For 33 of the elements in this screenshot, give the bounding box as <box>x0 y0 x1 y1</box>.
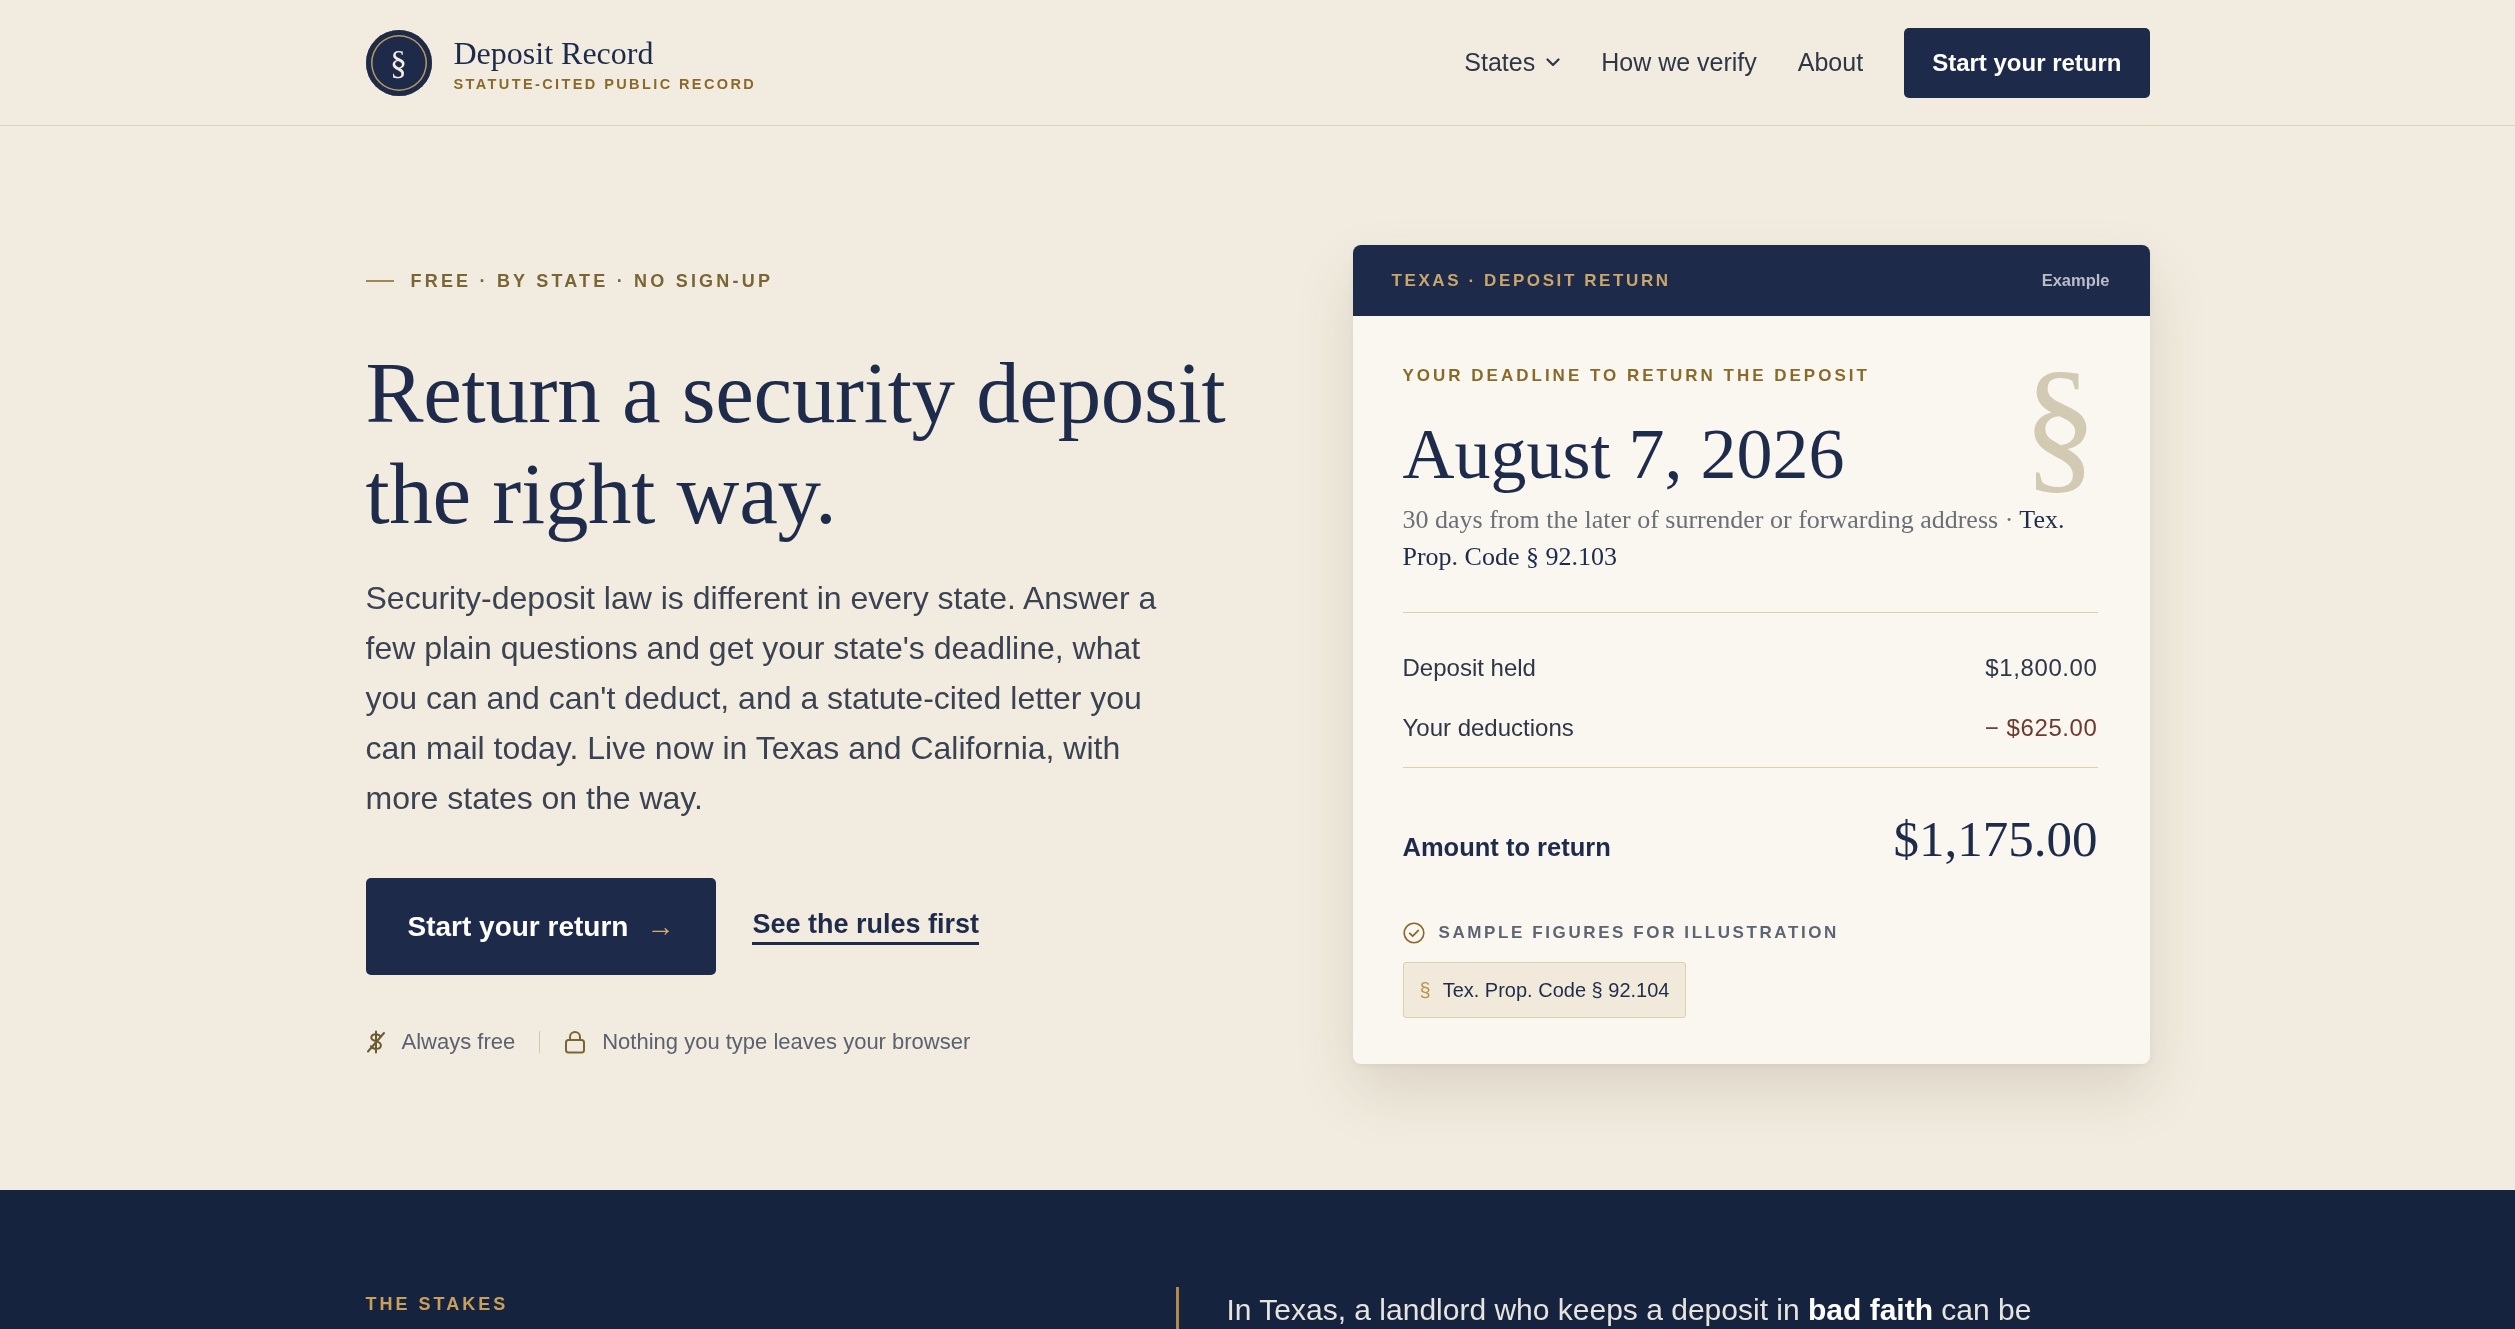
rules-link[interactable]: See the rules first <box>752 908 980 945</box>
assurance-text: Always free <box>401 1029 516 1055</box>
nav-link[interactable]: How we verify <box>1601 48 1757 77</box>
total-label: Amount to return <box>1402 833 1611 862</box>
example-label: Example <box>2041 271 2110 290</box>
sample-note: SAMPLE FIGURES FOR ILLUSTRATION <box>1438 923 1839 943</box>
hero-heading: Return a security deposit the right way. <box>365 343 1227 544</box>
hero-description: Security-deposit law is different in every state. Answer a few plain questions and get your state's deadline, what you can and can't deduct, and a statute-cited letter you can mail today. Live now in Texas and California, with more states on the way. <box>365 579 1158 818</box>
total-amount: $1,175.00 <box>1893 810 2098 869</box>
citation-tag: § Tex. Prop. Code § 92.104 <box>1402 962 1687 1018</box>
site-name: Deposit Record <box>453 34 654 71</box>
stakes-label: THE STAKES <box>365 1293 509 1315</box>
line-label: Your deductions <box>1402 714 1574 742</box>
section-sign-watermark: § <box>2022 356 2098 491</box>
card-title: TEXAS · DEPOSIT RETURN <box>1391 270 1671 291</box>
check-circle-icon <box>1402 922 1425 944</box>
stakes-text: In Texas, a landlord who keeps a deposit in bad faith can be <box>1226 1292 2032 1328</box>
deadline-label: YOUR DEADLINE TO RETURN THE DEPOSIT <box>1402 365 1870 387</box>
line-amount: − $625.00 <box>1984 714 2098 742</box>
hero-eyebrow: FREE · BY STATE · NO SIGN-UP <box>410 270 774 292</box>
crossed-dollar-icon <box>365 1030 386 1054</box>
line-label: Deposit held <box>1402 654 1536 682</box>
lock-icon <box>564 1030 587 1054</box>
nav-link[interactable]: About <box>1797 48 1864 77</box>
line-amount: $1,800.00 <box>1985 654 2098 682</box>
start-return-button[interactable]: Start your return → <box>365 878 717 975</box>
nav-link[interactable]: States <box>1464 48 1561 77</box>
start-return-button[interactable]: Start your return <box>1904 27 2150 98</box>
site-tagline: STATUTE-CITED PUBLIC RECORD <box>453 74 757 93</box>
assurance-text: Nothing you type leaves your browser <box>602 1029 971 1055</box>
logo-seal: § <box>365 29 432 96</box>
chevron-down-icon <box>1546 58 1561 67</box>
deadline-basis: 30 days from the later of surrender or forwarding address · Tex. Prop. Code § 92.103 <box>1402 504 2066 573</box>
